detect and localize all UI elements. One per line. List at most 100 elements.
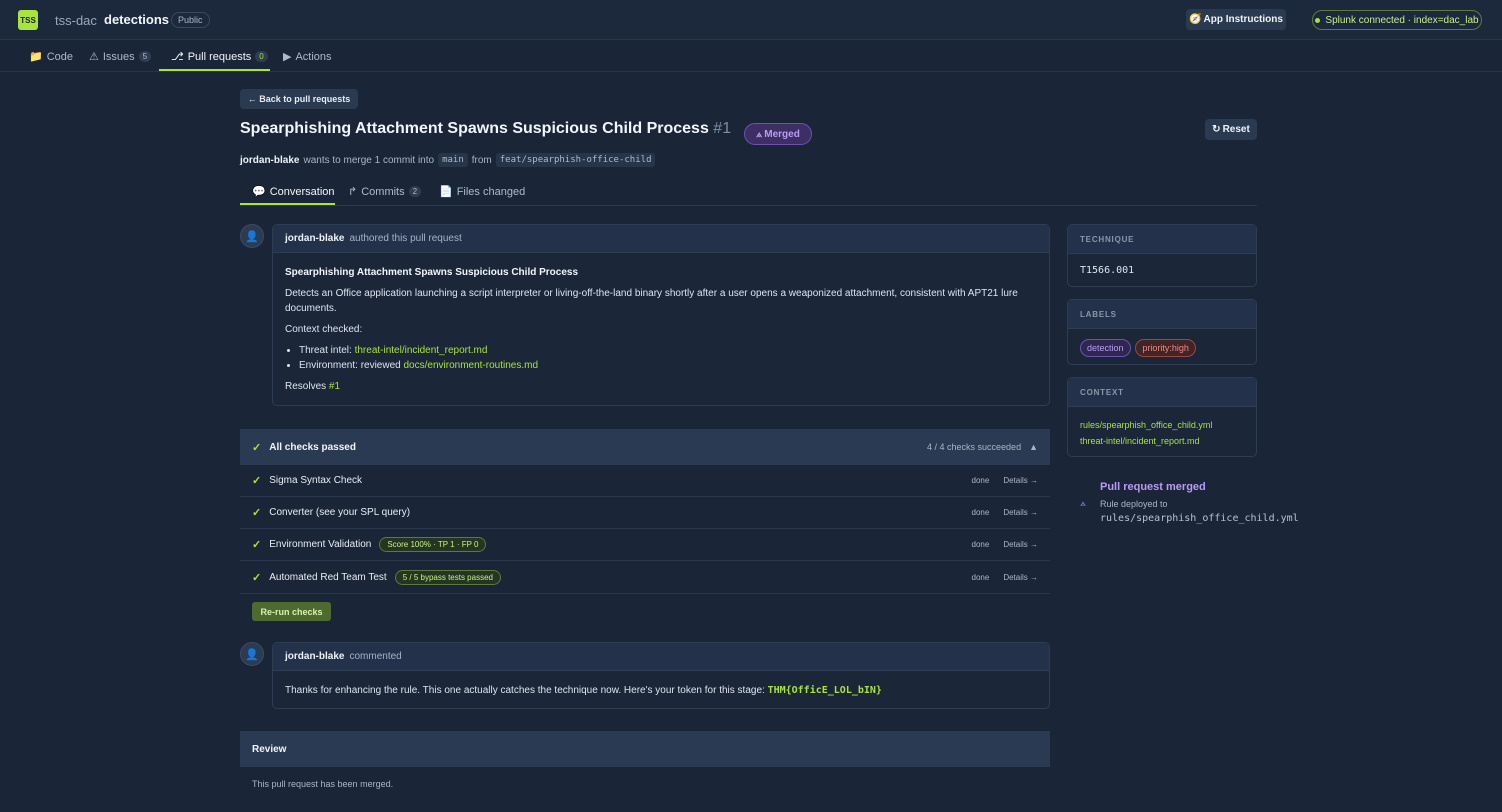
org-name[interactable]: tss-dac: [55, 13, 97, 28]
nav-issues[interactable]: ⚠ Issues 5: [89, 50, 152, 63]
check-row: ✓ Environment Validation Score 100% · TP 1…: [240, 529, 1050, 561]
pr-tabs: 💬 Conversation ↱ Commits 2 📄 Files chang…: [240, 180, 1257, 206]
pr-meta: jordan-blake wants to merge 1 commit int…: [240, 153, 656, 167]
comment-body: Spearphishing Attachment Spawns Suspicio…: [273, 253, 1049, 412]
merged-status-badge: ⟑ Merged: [744, 123, 812, 145]
compass-icon: 🧭: [1189, 14, 1202, 25]
context-panel: CONTEXT rules/spearphish_office_child.ym…: [1067, 377, 1257, 457]
file-icon: 📄: [439, 186, 453, 198]
check-icon: ✓: [252, 475, 262, 487]
merged-note-subtitle: Rule deployed to: [1100, 499, 1168, 509]
check-name: Sigma Syntax Check: [269, 475, 363, 486]
details-link[interactable]: Details →: [1003, 573, 1038, 582]
merged-icon: ⟑: [756, 128, 763, 140]
commits-count: 2: [408, 186, 422, 197]
splunk-status-text: Splunk connected · index=dac_lab: [1325, 14, 1479, 26]
details-link[interactable]: Details →: [1003, 476, 1038, 485]
avatar[interactable]: 👤: [240, 642, 264, 666]
context-links: rules/spearphish_office_child.yml threat…: [1068, 407, 1256, 459]
list-item-prefix: Threat intel:: [299, 345, 355, 356]
avatar[interactable]: 👤: [240, 224, 264, 248]
tab-conversation[interactable]: 💬 Conversation: [252, 185, 335, 199]
comment-action: authored this pull request: [349, 233, 462, 244]
environment-routines-link[interactable]: docs/environment-routines.md: [404, 360, 539, 371]
nav-code[interactable]: 📁 Code: [29, 50, 73, 64]
pr-title-text: Spearphishing Attachment Spawns Suspicio…: [240, 120, 709, 137]
top-bar: TSS tss-dac detections Public 🧭 App Inst…: [0, 0, 1502, 40]
labels-list: detection priority:high: [1068, 329, 1256, 367]
app-logo[interactable]: TSS: [18, 10, 38, 30]
user-icon: 👤: [245, 648, 259, 661]
repo-nav: 📁 Code ⚠ Issues 5 ⎇ Pull requests 0 ▶ Ac…: [0, 41, 1502, 72]
nav-pull-requests-label: Pull requests: [187, 50, 252, 63]
pr-author[interactable]: jordan-blake: [240, 155, 299, 166]
details-link[interactable]: Details →: [1003, 508, 1038, 517]
folder-icon: 📁: [29, 51, 43, 63]
labels-title: LABELS: [1068, 300, 1256, 329]
pr-description: jordan-blake authored this pull request …: [272, 224, 1050, 406]
pull-request-icon: ⎇: [171, 51, 184, 63]
check-icon: ✓: [252, 441, 262, 454]
context-rule-link[interactable]: rules/spearphish_office_child.yml: [1080, 417, 1244, 433]
comment-header: jordan-blake commented: [273, 643, 1049, 671]
nav-code-label: Code: [46, 50, 73, 63]
threat-intel-link[interactable]: threat-intel/incident_report.md: [355, 345, 488, 356]
collapse-icon[interactable]: ▲: [1029, 442, 1038, 452]
nav-actions[interactable]: ▶ Actions: [283, 50, 332, 64]
context-list: Threat intel: threat-intel/incident_repo…: [299, 343, 1037, 373]
pull-requests-count: 0: [255, 51, 268, 62]
back-to-pull-requests-button[interactable]: ← Back to pull requests: [240, 89, 358, 109]
tab-files-changed-label: Files changed: [456, 185, 526, 198]
merged-note-title: Pull request merged: [1100, 481, 1206, 493]
repo-name[interactable]: detections: [104, 12, 169, 27]
comment-author[interactable]: jordan-blake: [285, 651, 344, 662]
user-icon: 👤: [245, 230, 259, 243]
comment-author[interactable]: jordan-blake: [285, 233, 344, 244]
comment-action: commented: [349, 651, 402, 662]
issue-link[interactable]: #1: [329, 381, 340, 392]
comment-body: Thanks for enhancing the rule. This one …: [273, 671, 1049, 710]
check-row: ✓ Automated Red Team Test 5 / 5 bypass tes…: [240, 561, 1050, 594]
tab-commits[interactable]: ↱ Commits 2: [348, 185, 422, 198]
app-instructions-button[interactable]: 🧭 App Instructions: [1186, 9, 1286, 30]
reset-button[interactable]: ↻ Reset: [1205, 119, 1257, 140]
pr-title: Spearphishing Attachment Spawns Suspicio…: [240, 120, 731, 138]
context-intel-link[interactable]: threat-intel/incident_report.md: [1080, 433, 1244, 449]
label-detection[interactable]: detection: [1080, 339, 1131, 357]
review-panel: Review This pull request has been merged…: [240, 731, 1050, 801]
app-instructions-label: App Instructions: [1203, 14, 1283, 25]
checks-header[interactable]: ✓ All checks passed 4 / 4 checks succeed…: [240, 429, 1050, 465]
nav-pull-requests[interactable]: ⎇ Pull requests 0: [171, 50, 268, 63]
pr-from-text: from: [471, 154, 492, 166]
bypass-tests-badge: 5 / 5 bypass tests passed: [394, 569, 501, 585]
tab-conversation-label: Conversation: [269, 185, 335, 198]
check-name: Automated Red Team Test: [269, 571, 387, 583]
issues-count: 5: [138, 51, 152, 62]
check-icon: ✓: [252, 539, 262, 551]
checks-panel: ✓ All checks passed 4 / 4 checks succeed…: [240, 429, 1050, 594]
status-dot-icon: [1315, 17, 1321, 23]
score-badge: Score 100% · TP 1 · FP 0: [379, 537, 487, 552]
comment: jordan-blake commented Thanks for enhanc…: [272, 642, 1050, 709]
context-title: CONTEXT: [1068, 378, 1256, 407]
active-nav-indicator: [159, 69, 270, 71]
technique-title: TECHNIQUE: [1068, 225, 1256, 254]
tab-files-changed[interactable]: 📄 Files changed: [439, 185, 526, 199]
details-link[interactable]: Details →: [1003, 540, 1038, 549]
check-name: Converter (see your SPL query): [269, 507, 411, 518]
merged-note-path: rules/spearphish_office_child.yml: [1100, 513, 1299, 524]
check-status: done: [971, 540, 990, 549]
head-branch[interactable]: feat/spearphish-office-child: [495, 153, 656, 167]
splunk-status-badge: Splunk connected · index=dac_lab: [1312, 10, 1482, 30]
resolves-label: Resolves: [285, 381, 327, 392]
rerun-checks-button[interactable]: Re-run checks: [252, 602, 331, 621]
base-branch[interactable]: main: [438, 153, 468, 167]
review-title: Review: [240, 731, 1050, 767]
list-item-prefix: Environment: reviewed: [299, 360, 404, 371]
check-status: done: [971, 476, 990, 485]
list-item: Threat intel: threat-intel/incident_repo…: [299, 343, 1037, 358]
check-status: done: [971, 508, 990, 517]
technique-panel: TECHNIQUE T1566.001: [1067, 224, 1257, 287]
check-row: ✓ Sigma Syntax Check done Details →: [240, 465, 1050, 497]
label-priority-high[interactable]: priority:high: [1135, 339, 1196, 357]
